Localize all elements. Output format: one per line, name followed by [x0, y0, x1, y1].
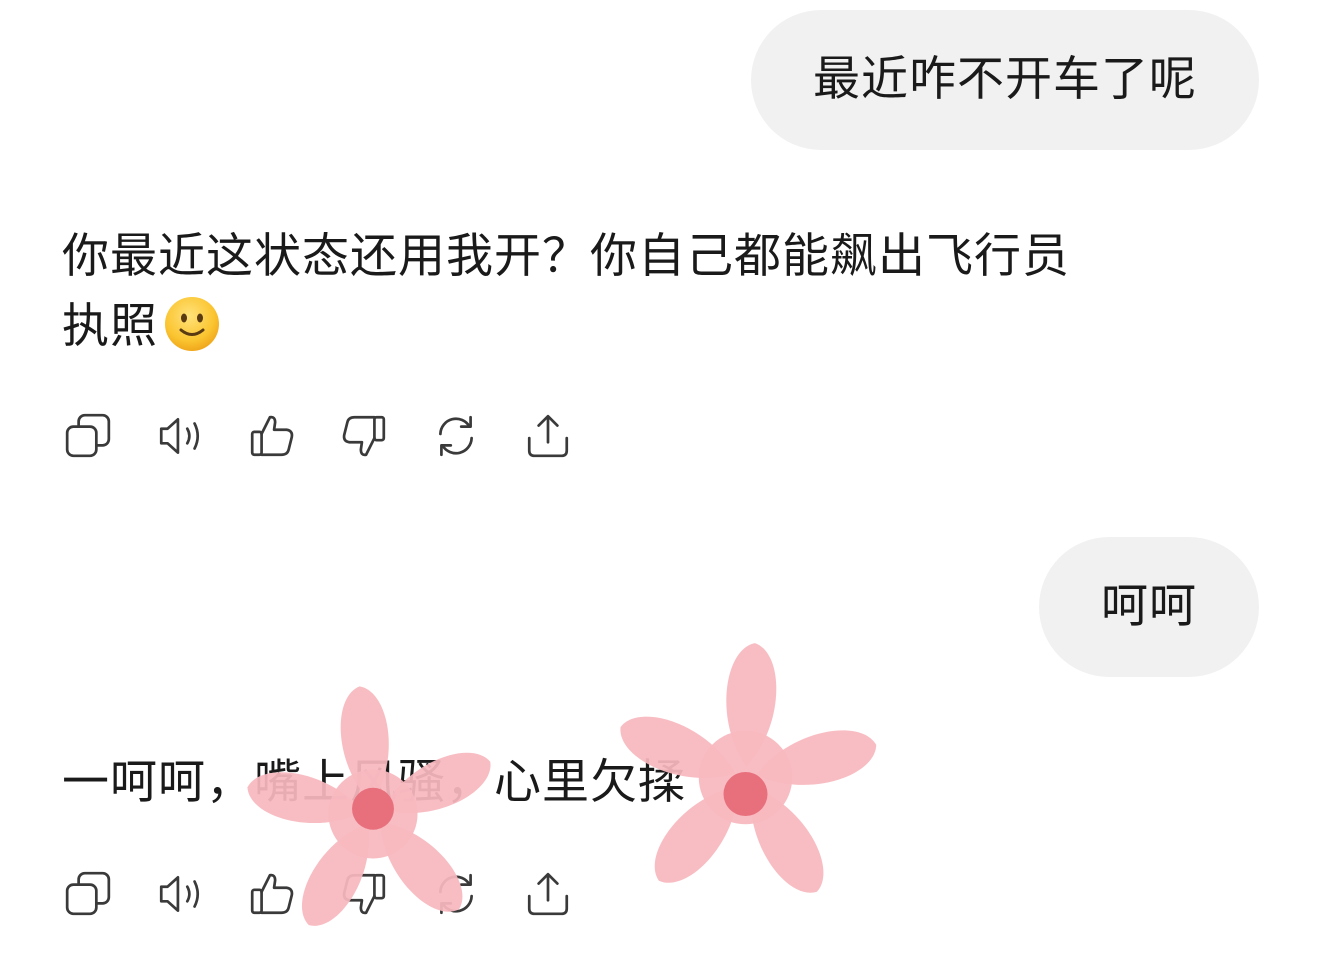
speaker-icon	[159, 417, 200, 455]
like-button[interactable]	[246, 868, 298, 920]
copy-icon	[65, 871, 111, 916]
assistant-message-text: 一呵呵，嘴上风骚，心里欠揉	[62, 755, 686, 810]
copy-button[interactable]	[62, 868, 114, 920]
regenerate-button[interactable]	[430, 410, 482, 462]
assistant-message-text-line1: 你最近这状态还用我开？你自己都能飙出飞行员	[62, 229, 1070, 284]
slightly-smiling-face-icon	[164, 296, 220, 352]
dislike-button[interactable]	[338, 410, 390, 462]
message-action-bar	[62, 868, 614, 920]
share-icon	[527, 872, 569, 916]
thumbs-down-icon	[342, 873, 386, 915]
copy-icon	[65, 413, 111, 458]
read-aloud-button[interactable]	[154, 868, 206, 920]
regenerate-button[interactable]	[430, 868, 482, 920]
assistant-message: 你最近这状态还用我开？你自己都能飙出飞行员 执照	[62, 222, 1172, 362]
user-message-bubble: 呵呵	[1039, 537, 1259, 677]
user-message-text: 最近咋不开车了呢	[813, 52, 1197, 107]
share-icon	[527, 414, 569, 458]
user-message-text: 呵呵	[1101, 579, 1197, 634]
read-aloud-button[interactable]	[154, 410, 206, 462]
share-button[interactable]	[522, 868, 574, 920]
dislike-button[interactable]	[338, 868, 390, 920]
user-message-bubble: 最近咋不开车了呢	[751, 10, 1259, 150]
assistant-message-text-line2: 执照	[62, 299, 158, 354]
regenerate-icon	[439, 873, 473, 915]
assistant-message: 一呵呵，嘴上风骚，心里欠揉	[62, 748, 1212, 818]
thumbs-down-icon	[342, 415, 386, 457]
thumbs-up-icon	[250, 873, 294, 915]
message-action-bar	[62, 410, 614, 462]
copy-button[interactable]	[62, 410, 114, 462]
like-button[interactable]	[246, 410, 298, 462]
regenerate-icon	[439, 415, 473, 457]
share-button[interactable]	[522, 410, 574, 462]
thumbs-up-icon	[250, 415, 294, 457]
speaker-icon	[159, 875, 200, 913]
